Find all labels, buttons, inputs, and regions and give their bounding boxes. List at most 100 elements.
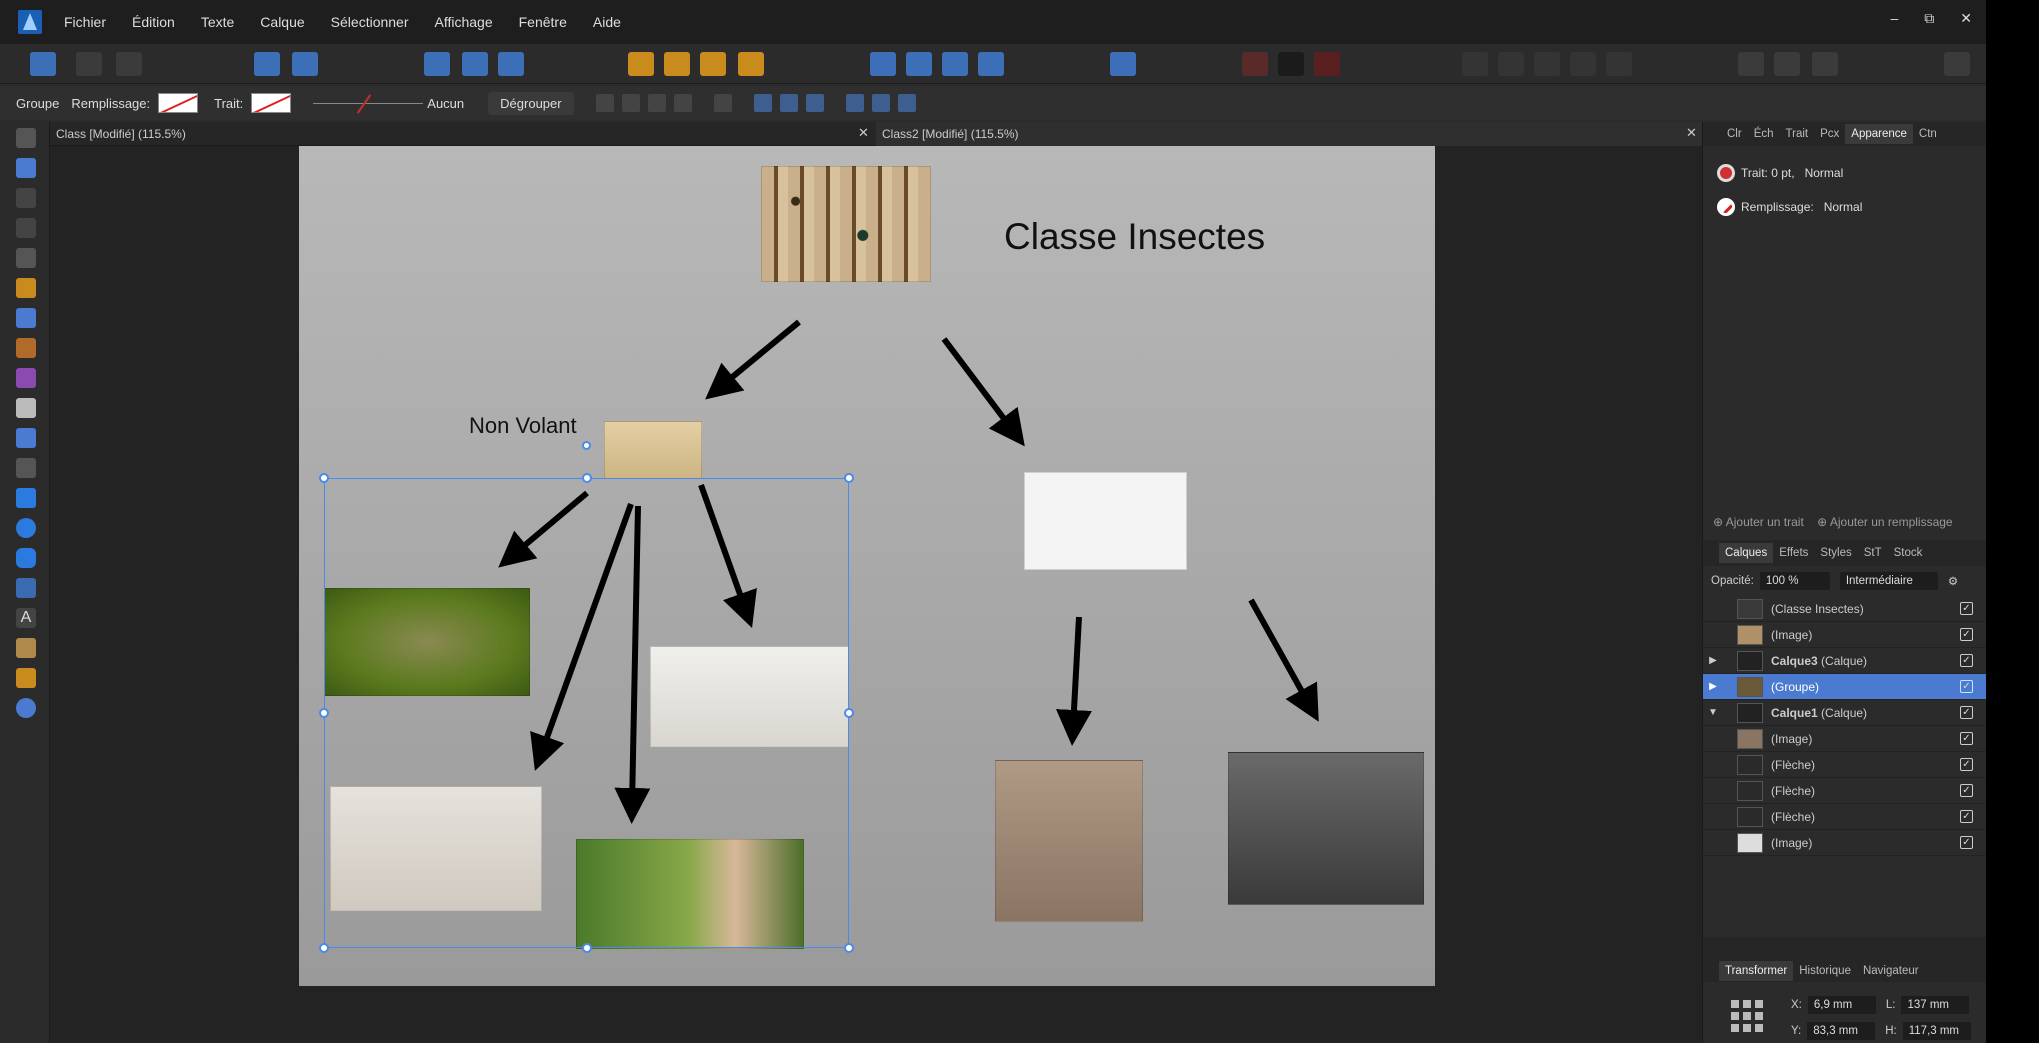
layer-visibility-checkbox[interactable]: ✓ [1960, 628, 1973, 641]
align-bottom-icon[interactable] [897, 94, 916, 112]
add-stroke-button[interactable]: Ajouter un trait [1726, 515, 1804, 529]
tab-transform[interactable]: Transformer [1719, 961, 1794, 981]
align-right-icon[interactable] [805, 94, 824, 112]
select-same-icon[interactable] [713, 94, 732, 112]
isolate-icon[interactable] [424, 52, 450, 76]
tab-color[interactable]: Clr [1721, 128, 1748, 140]
move-forward-one-icon[interactable] [700, 52, 726, 76]
account-icon[interactable] [1944, 52, 1970, 76]
distribute-icon[interactable] [647, 94, 666, 112]
hand-tool-icon[interactable] [16, 668, 36, 688]
crop-tool-icon[interactable] [16, 458, 36, 478]
selection-handle[interactable] [319, 473, 329, 483]
tab-text-styles[interactable]: StT [1858, 547, 1888, 559]
add-stroke-icon[interactable]: ⊕ [1713, 515, 1723, 529]
w-field[interactable]: 137 mm [1901, 996, 1970, 1014]
tab-contour[interactable]: Ctn [1913, 128, 1943, 140]
layer-row-calque3[interactable]: ▶ Calque3 (Calque) ✓ [1703, 648, 1987, 674]
move-front-icon[interactable] [738, 52, 764, 76]
minimize-button[interactable]: – [1890, 10, 1898, 27]
layer-row-image[interactable]: (Image) ✓ [1703, 830, 1987, 856]
h-field[interactable]: 117,3 mm [1902, 1022, 1971, 1040]
appearance-fill-row[interactable]: Remplissage: Normal [1703, 194, 1986, 220]
transform-origin-small-icon[interactable] [595, 94, 614, 112]
tab-history[interactable]: Historique [1793, 965, 1857, 977]
arrow-to-fly[interactable] [941, 337, 1025, 447]
place-image-tool-icon[interactable] [16, 428, 36, 448]
tab-brushes[interactable]: Pcx [1814, 128, 1845, 140]
app-logo-icon[interactable] [18, 10, 42, 34]
align-center-icon[interactable] [779, 94, 798, 112]
selection-handle[interactable] [844, 473, 854, 483]
selection-handle[interactable] [582, 473, 592, 483]
ungroup-button[interactable]: Dégrouper [488, 91, 574, 115]
selection-handle[interactable] [319, 708, 329, 718]
menu-calque[interactable]: Calque [260, 14, 304, 30]
tab-appearance[interactable]: Apparence [1845, 124, 1913, 144]
tab-class[interactable]: Class [Modifié] (115.5%) [50, 122, 876, 146]
assistant-icon[interactable] [254, 52, 280, 76]
snapping-options-icon[interactable] [292, 52, 318, 76]
layer-row-fleche[interactable]: (Flèche) ✓ [1703, 752, 1987, 778]
point-transform-tool-icon[interactable] [16, 248, 36, 268]
group-selection-box[interactable] [324, 478, 849, 948]
layer-visibility-checkbox[interactable]: ✓ [1960, 784, 1973, 797]
layer-visibility-checkbox[interactable]: ✓ [1960, 654, 1973, 667]
layer-row-fleche[interactable]: (Flèche) ✓ [1703, 804, 1987, 830]
stroke-style-preview[interactable] [313, 102, 424, 104]
tab-effects[interactable]: Effets [1773, 547, 1814, 559]
layer-row-fleche[interactable]: (Flèche) ✓ [1703, 778, 1987, 804]
layer-row-calque1[interactable]: ▼ Calque1 (Calque) ✓ [1703, 700, 1987, 726]
insert-target-inside-icon[interactable] [1812, 52, 1838, 76]
layer-expander-icon[interactable]: ▶ [1703, 655, 1723, 666]
arrow-to-butterfly[interactable] [1248, 598, 1319, 722]
zoom-tool-icon[interactable] [16, 698, 36, 718]
tab-stroke[interactable]: Trait [1780, 128, 1815, 140]
selection-handle[interactable] [582, 943, 592, 953]
opacity-field[interactable]: 100 % [1759, 572, 1830, 590]
menu-affichage[interactable]: Affichage [435, 14, 493, 30]
constraint-icon[interactable] [462, 52, 488, 76]
visibility-icon[interactable] [621, 94, 640, 112]
layer-visibility-checkbox[interactable]: ✓ [1960, 706, 1973, 719]
pixel-persona-icon[interactable] [76, 52, 102, 76]
layer-visibility-checkbox[interactable]: ✓ [1960, 680, 1973, 693]
tab-layers[interactable]: Calques [1719, 543, 1774, 563]
rotate-left-icon[interactable] [942, 52, 968, 76]
align-left-icon[interactable] [753, 94, 772, 112]
fill-tool-icon[interactable] [16, 368, 36, 388]
x-field[interactable]: 6,9 mm [1807, 996, 1876, 1014]
alignment-icon[interactable] [1110, 52, 1136, 76]
rotation-handle[interactable] [582, 441, 591, 450]
tab-swatches[interactable]: Éch [1748, 128, 1780, 140]
menu-fichier[interactable]: Fichier [64, 14, 106, 30]
transparency-tool-icon[interactable] [16, 398, 36, 418]
transform-origin-icon[interactable] [498, 52, 524, 76]
measure-tool-icon[interactable] [16, 578, 36, 598]
tab-navigator[interactable]: Navigateur [1857, 965, 1925, 977]
layer-row-groupe[interactable]: ▶ (Groupe) ✓ [1703, 674, 1987, 700]
brush-tool-icon[interactable] [16, 338, 36, 358]
pencil-tool-icon[interactable] [16, 308, 36, 328]
tab-class2-close-icon[interactable]: ✕ [1686, 125, 1697, 141]
align-middle-icon[interactable] [871, 94, 890, 112]
layer-expander-icon[interactable]: ▶ [1703, 681, 1723, 692]
snapping-magnet-icon[interactable] [1314, 52, 1340, 76]
tab-styles[interactable]: Styles [1814, 547, 1857, 559]
layer-row-classe-insectes[interactable]: (Classe Insectes) ✓ [1703, 596, 1987, 622]
layer-settings-gear-icon[interactable]: ⚙ [1948, 574, 1958, 588]
node-tool-icon[interactable] [16, 188, 36, 208]
menu-texte[interactable]: Texte [201, 14, 234, 30]
move-backward-one-icon[interactable] [664, 52, 690, 76]
insert-target-behind-icon[interactable] [1738, 52, 1764, 76]
artboard-tool-icon[interactable] [16, 158, 36, 178]
appearance-stroke-row[interactable]: Trait: 0 pt, Normal [1703, 160, 1986, 186]
menu-selectionner[interactable]: Sélectionner [331, 14, 409, 30]
menu-edition[interactable]: Édition [132, 14, 175, 30]
artboard-canvas[interactable]: Classe Insectes Non Volant [299, 146, 1435, 986]
tab-class2[interactable]: Class2 [Modifié] (115.5%) [876, 122, 1702, 146]
blend-mode-select[interactable]: Intermédiaire [1839, 572, 1938, 590]
layer-visibility-checkbox[interactable]: ✓ [1960, 758, 1973, 771]
flip-horizontal-icon[interactable] [870, 52, 896, 76]
tab-class-close-icon[interactable]: ✕ [858, 125, 869, 141]
